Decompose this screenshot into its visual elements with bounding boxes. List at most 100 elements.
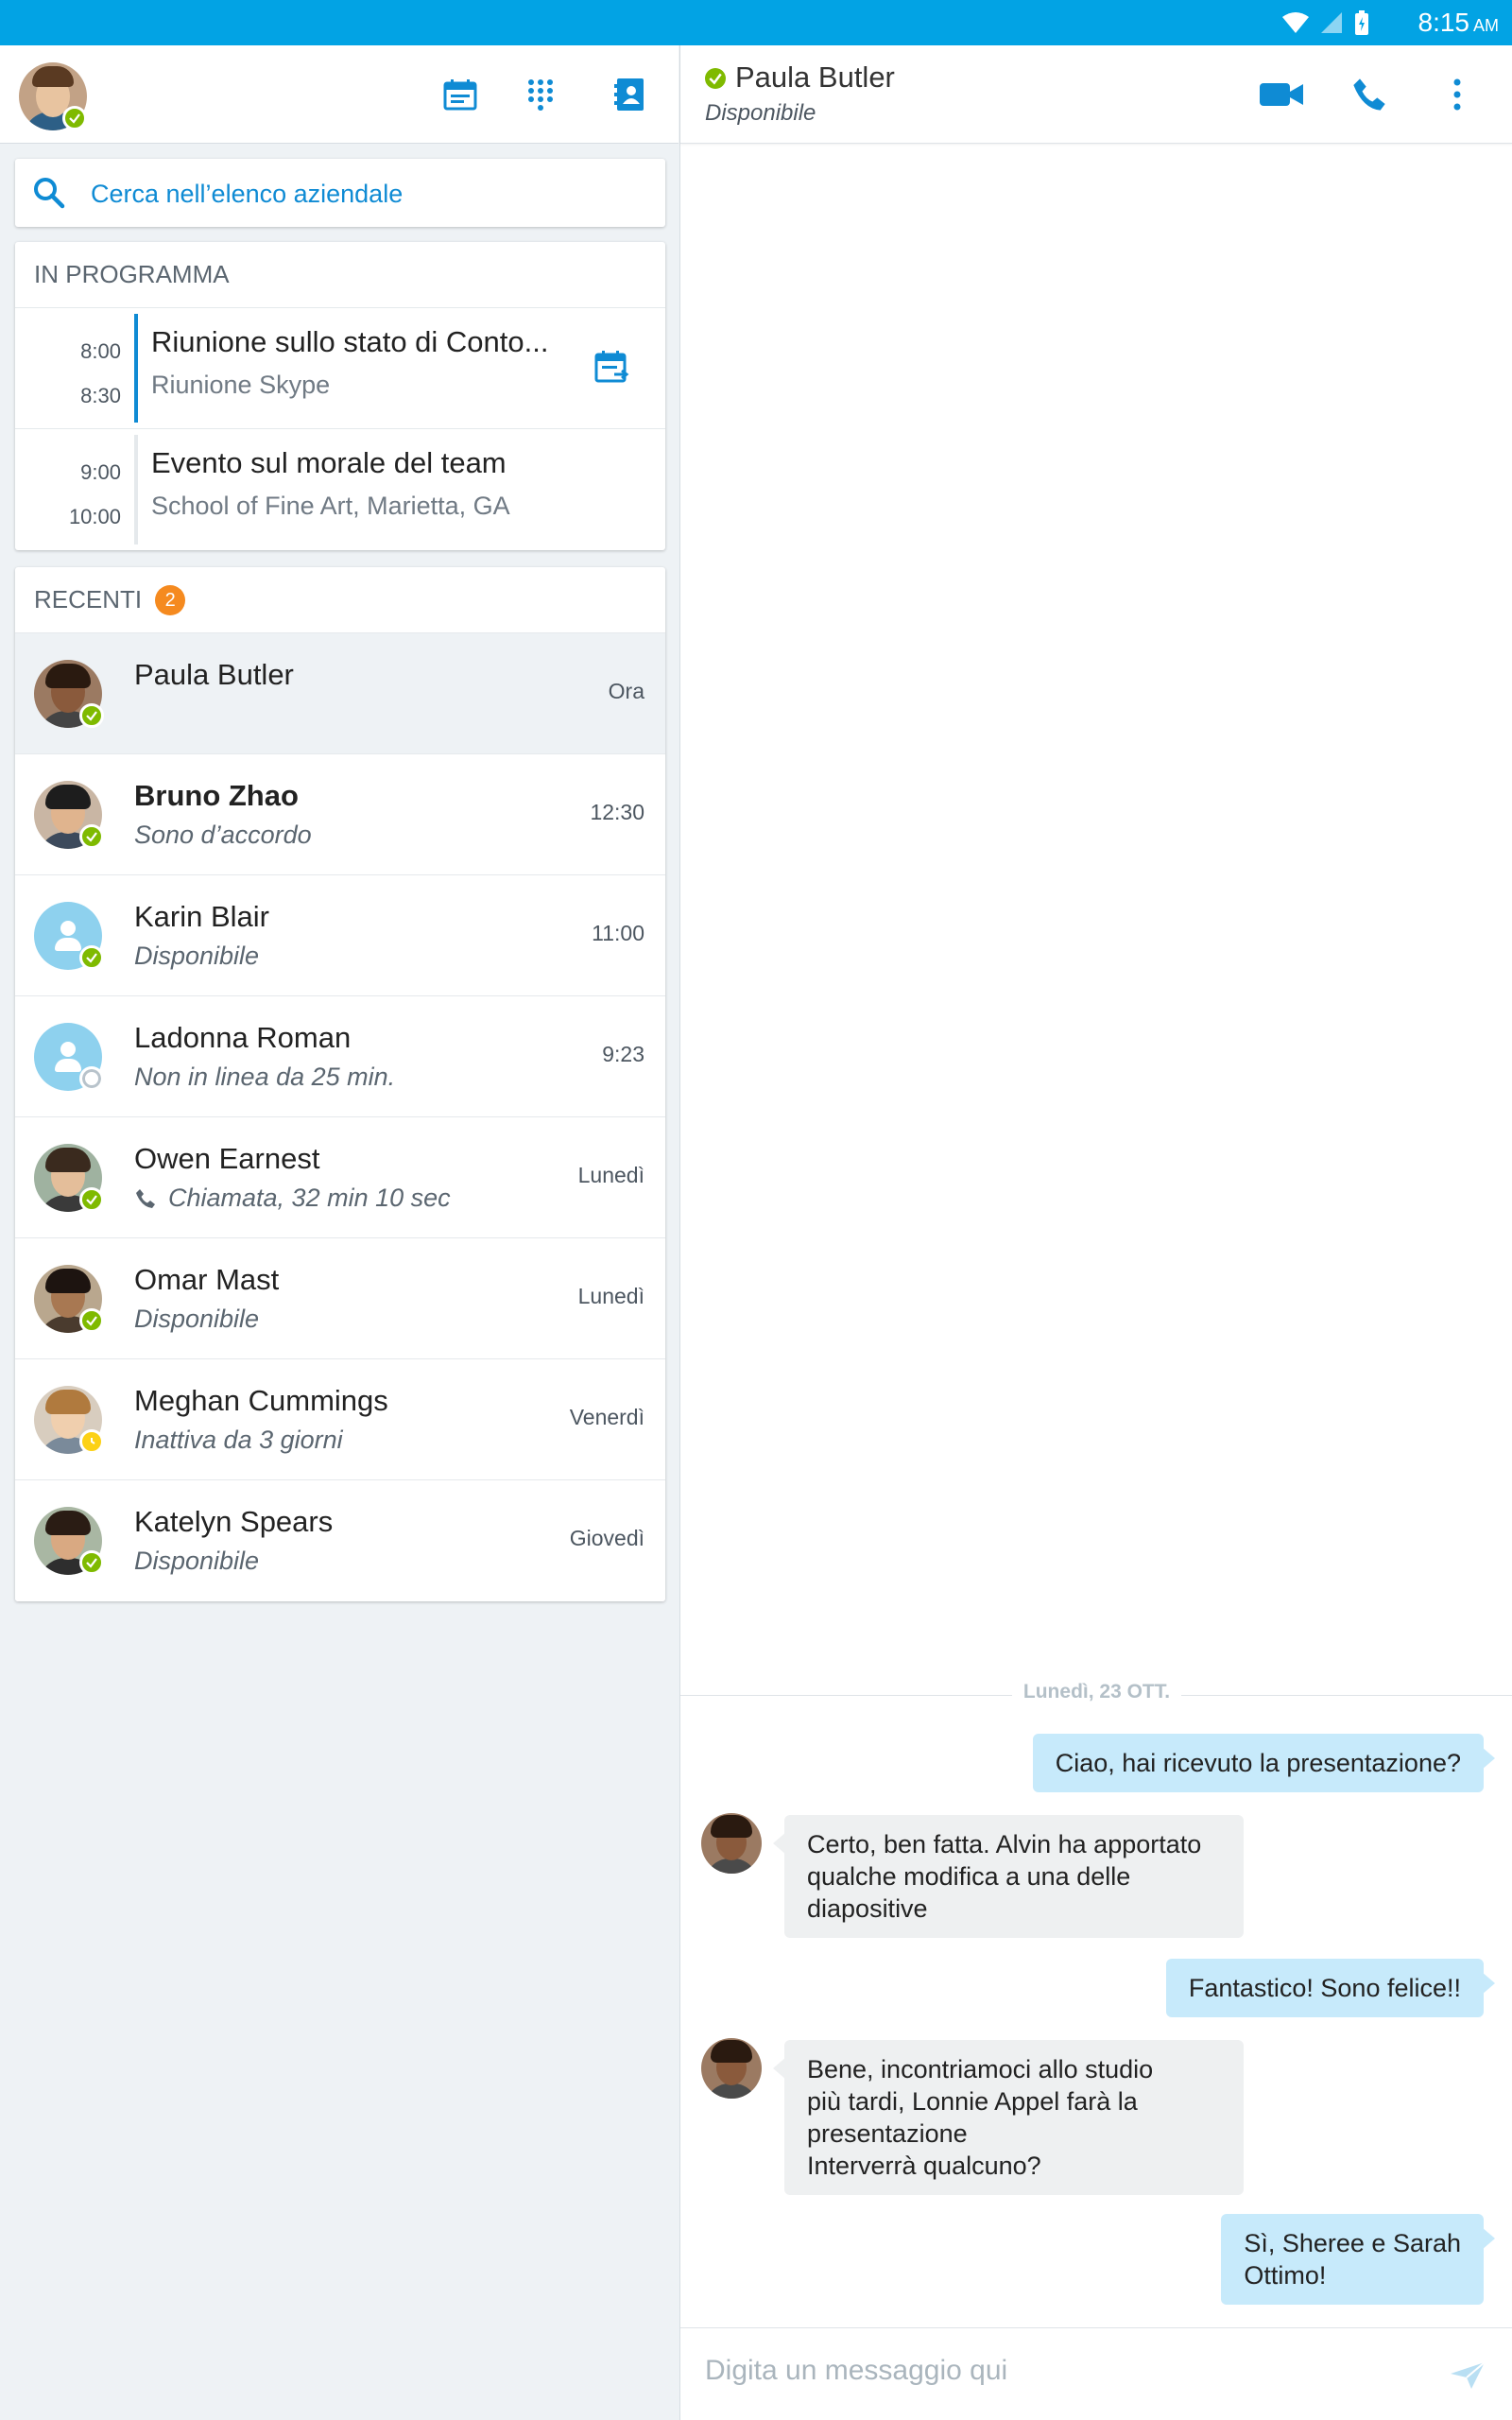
message-line: diapositive: [807, 1894, 928, 1923]
contact-status-text: Inattiva da 3 giorni: [134, 1426, 343, 1454]
event-subtitle: Riunione Skype: [151, 371, 331, 399]
video-camera-icon: [1260, 83, 1303, 106]
message-line: Bene, incontriamoci allo studio: [807, 2055, 1154, 2083]
conversation-pane: Paula Butler Disponibile Lunedì, 23 OTT.…: [679, 45, 1512, 2420]
recent-contact-karin-blair[interactable]: Karin Blair Disponibile 11:00: [15, 875, 665, 996]
more-vertical-icon: [1453, 78, 1461, 111]
contact-status-text: Chiamata, 32 min 10 sec: [168, 1184, 451, 1212]
message-line: Ottimo!: [1244, 2261, 1327, 2290]
recent-contact-paula-butler[interactable]: Paula Butler Ora: [15, 633, 665, 754]
contact-status: Disponibile: [134, 1305, 259, 1334]
contact-status-text: Non in linea da 25 min.: [134, 1063, 396, 1091]
contact-time: 11:00: [592, 921, 644, 945]
contact-time: Ora: [608, 679, 644, 703]
contact-status: Inattiva da 3 giorni: [134, 1426, 343, 1455]
recent-contact-ladonna-roman[interactable]: Ladonna Roman Non in linea da 25 min. 9:…: [15, 996, 665, 1117]
conversation-header: Paula Butler Disponibile: [680, 45, 1512, 144]
unread-badge: 2: [155, 584, 186, 615]
contact-name: Meghan Cummings: [134, 1384, 388, 1417]
message-line: Ciao, hai ricevuto la presentazione?: [1055, 1749, 1461, 1777]
left-pane: Cerca nell’elenco aziendale IN PROGRAMMA…: [0, 45, 679, 2420]
recent-contact-owen-earnest[interactable]: Owen Earnest Chiamata, 32 min 10 sec Lun…: [15, 1117, 665, 1238]
message-line: Interverrà qualcuno?: [807, 2152, 1041, 2180]
message-line: presentazione: [807, 2119, 968, 2148]
recents-header: RECENTI 2: [15, 567, 665, 633]
contact-time: Venerdì: [569, 1405, 644, 1429]
event-times: 9:00 10:00: [15, 450, 121, 539]
event-start: 8:00: [80, 339, 121, 363]
contact-status-text: Disponibile: [134, 942, 260, 970]
event-bar: [134, 435, 138, 544]
contact-time: 9:23: [602, 1042, 644, 1066]
composer-placeholder: Digita un messaggio qui: [705, 2355, 1008, 2386]
presence-available-icon: [79, 945, 104, 970]
contact-name: Karin Blair: [134, 900, 269, 933]
schedule-event[interactable]: 8:00 8:30 Riunione sullo stato di Conto..…: [15, 308, 665, 429]
outgoing-message: Ciao, hai ricevuto la presentazione?: [1032, 1734, 1496, 1792]
recents-title: RECENTI: [34, 585, 143, 614]
phone-icon: [136, 1188, 155, 1208]
recent-contact-bruno-zhao[interactable]: Bruno Zhao Sono d’accordo 12:30: [15, 754, 665, 875]
dialpad-button[interactable]: [520, 74, 561, 115]
contact-time: Lunedì: [577, 1284, 644, 1308]
message-line: qualche modifica a una delle: [807, 1862, 1131, 1891]
phone-icon: [1353, 78, 1385, 111]
my-avatar-button[interactable]: [0, 45, 104, 144]
message-line: Fantastico! Sono felice!!: [1188, 1974, 1461, 2002]
contact-name: Bruno Zhao: [134, 779, 299, 812]
presence-available-icon: [79, 1187, 104, 1212]
audio-call-button[interactable]: [1347, 72, 1392, 117]
schedule-header: IN PROGRAMMA: [15, 242, 665, 308]
status-bar: 8:15 AM: [0, 0, 1512, 45]
more-options-button[interactable]: [1435, 72, 1480, 117]
recent-contact-katelyn-spears[interactable]: Katelyn Spears Disponibile Giovedì: [15, 1480, 665, 1601]
incoming-message: Certo, ben fatta. Alvin ha apportato qua…: [773, 1815, 1244, 1938]
recent-contact-meghan-cummings[interactable]: Meghan Cummings Inattiva da 3 giorni Ven…: [15, 1359, 665, 1480]
schedule-title: IN PROGRAMMA: [34, 260, 230, 288]
event-start: 9:00: [80, 460, 121, 484]
message-composer[interactable]: Digita un messaggio qui: [680, 2327, 1512, 2420]
event-title: Evento sul morale del team: [151, 446, 507, 479]
conversation-contact-name[interactable]: Paula Butler: [735, 60, 895, 95]
video-call-button[interactable]: [1259, 72, 1304, 117]
search-icon: [34, 178, 65, 209]
presence-available-icon: [79, 1550, 104, 1575]
dialpad-icon: [528, 79, 553, 111]
contact-name: Katelyn Spears: [134, 1505, 334, 1538]
contact-status: Sono d’accordo: [134, 821, 312, 850]
contact-status: Non in linea da 25 min.: [134, 1063, 395, 1092]
contact-status-text: Sono d’accordo: [134, 821, 312, 849]
message-line: Certo, ben fatta. Alvin ha apportato: [807, 1830, 1202, 1858]
search-placeholder: Cerca nell’elenco aziendale: [91, 180, 404, 208]
event-subtitle: School of Fine Art, Marietta, GA: [151, 492, 510, 520]
event-title: Riunione sullo stato di Conto...: [151, 325, 549, 358]
contacts-button[interactable]: [609, 74, 650, 115]
presence-available-icon: [705, 68, 726, 89]
date-separator-text: Lunedì, 23 OTT.: [1011, 1681, 1182, 1703]
status-clock: 8:15 AM: [1418, 6, 1500, 43]
event-current-bar: [134, 314, 138, 423]
contact-name: Owen Earnest: [134, 1142, 320, 1175]
send-icon[interactable]: [1449, 2360, 1486, 2391]
contact-status-text: Disponibile: [134, 1547, 260, 1575]
status-icons: [1281, 9, 1370, 36]
incoming-message: Bene, incontriamoci allo studio più tard…: [773, 2040, 1244, 2195]
schedule-card: IN PROGRAMMA 8:00 8:30 Riunione sullo sta…: [15, 242, 665, 550]
contacts-book-icon: [614, 78, 644, 111]
directory-search[interactable]: Cerca nell’elenco aziendale: [15, 159, 665, 227]
contact-status: Disponibile: [134, 1547, 259, 1576]
contact-name: Ladonna Roman: [134, 1021, 352, 1054]
presence-available-icon: [62, 106, 87, 130]
contact-name: Paula Butler: [134, 658, 294, 691]
meetings-button[interactable]: [439, 74, 481, 115]
contact-status: Chiamata, 32 min 10 sec: [134, 1184, 451, 1213]
schedule-event[interactable]: 9:00 10:00 Evento sul morale del team Sch…: [15, 429, 665, 550]
recent-contact-omar-mast[interactable]: Omar Mast Disponibile Lunedì: [15, 1238, 665, 1359]
event-end: 8:30: [80, 384, 121, 407]
left-toolbar: [0, 45, 679, 144]
sender-avatar: [701, 2038, 762, 2099]
contact-status-text: Disponibile: [134, 1305, 260, 1333]
contact-time: 12:30: [590, 800, 644, 824]
join-meeting-icon[interactable]: [593, 348, 631, 386]
outgoing-message: Sì, Sheree e Sarah Ottimo!: [1221, 2214, 1495, 2305]
